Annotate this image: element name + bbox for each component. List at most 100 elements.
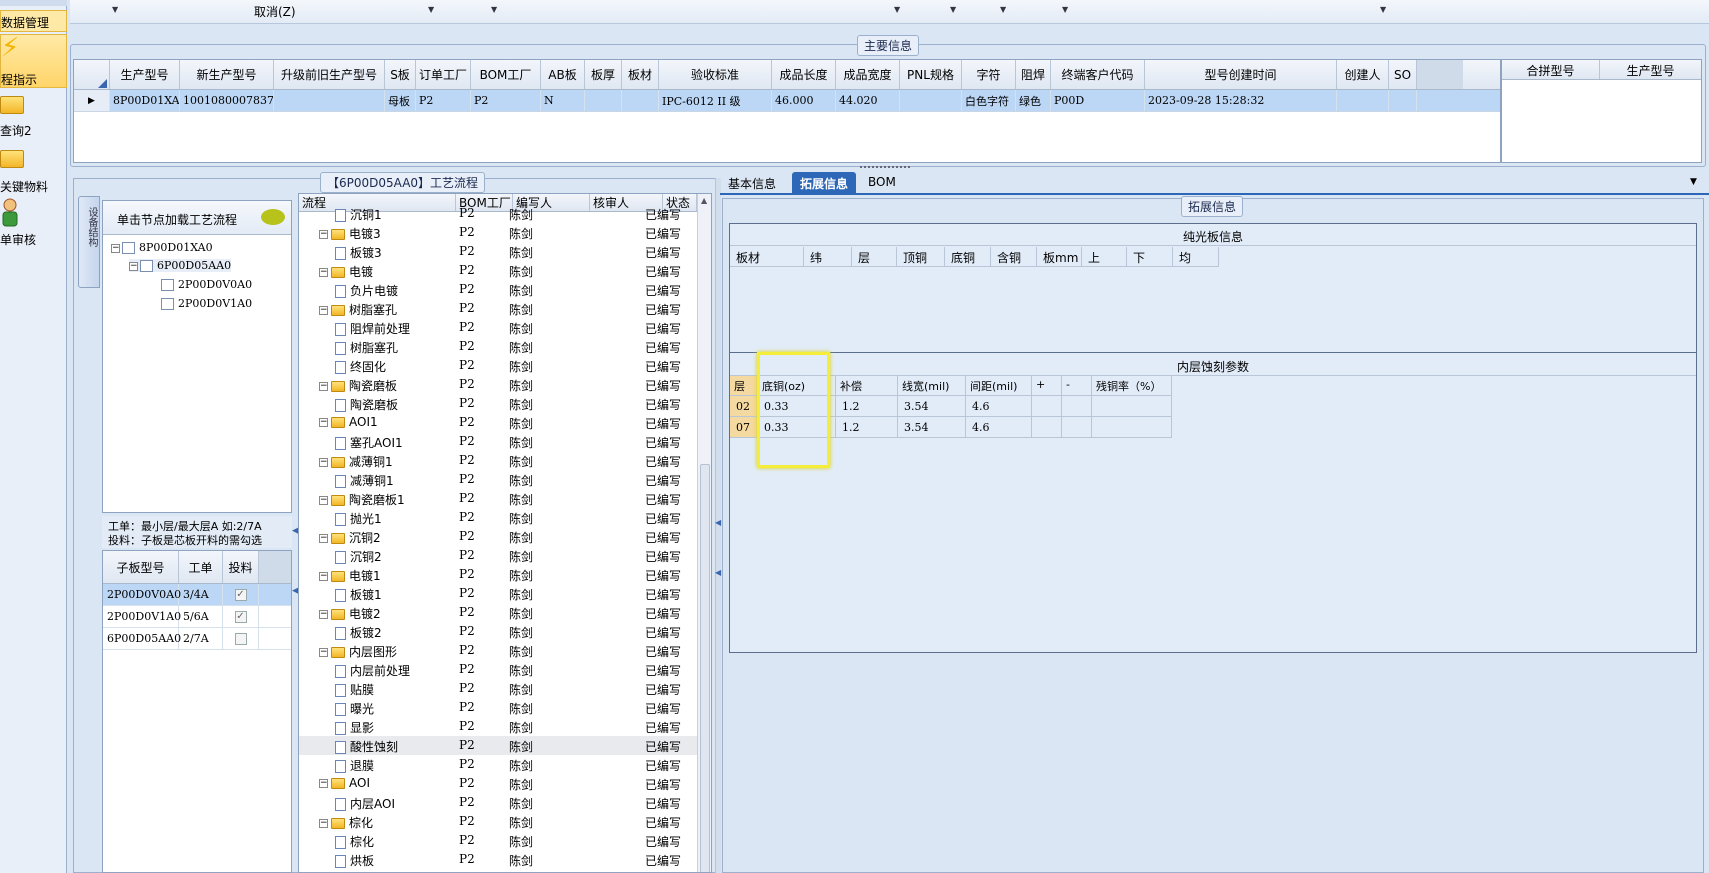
table-cell[interactable]: 3.54 (898, 417, 966, 438)
process-name-cell[interactable]: 内层前处理 (335, 662, 410, 679)
process-name-cell[interactable]: 沉铜1 (335, 206, 382, 223)
process-row[interactable]: − AOI1 P2 陈剑 已编写 (299, 413, 697, 432)
column-header[interactable]: BOM工厂 (471, 60, 541, 89)
table-cell[interactable]: N (541, 90, 585, 111)
table-cell[interactable] (1062, 417, 1092, 438)
table-row[interactable]: 6P00D05AA0 2/7A (103, 628, 291, 650)
column-header[interactable]: - (1062, 376, 1092, 396)
collapse-toggle-icon[interactable]: − (319, 572, 328, 581)
column-header[interactable]: 底铜 (945, 247, 991, 267)
table-cell[interactable]: 母板 (385, 90, 416, 111)
table-cell[interactable] (1062, 396, 1092, 417)
table-row[interactable]: 2P00D0V1A0 5/6A ✓ (103, 606, 291, 628)
column-header[interactable]: 升级前旧生产型号 (274, 60, 385, 89)
table-cell[interactable]: P2 (471, 90, 541, 111)
column-header[interactable]: 间距(mil) (966, 376, 1032, 396)
table-cell[interactable]: 6P00D05AA0 (103, 628, 181, 649)
collapse-toggle-icon[interactable]: − (319, 779, 328, 788)
process-name-cell[interactable]: 退膜 (335, 757, 374, 774)
table-cell[interactable]: 4.6 (966, 396, 1032, 417)
collapse-toggle-icon[interactable]: − (319, 382, 328, 391)
cancel-button[interactable]: 取消(Z) (254, 3, 296, 20)
collapse-arrow-icon[interactable]: ◀ (715, 568, 721, 577)
scrollbar-thumb[interactable] (700, 464, 710, 872)
process-row[interactable]: 塞孔AOI1 P2 陈剑 已编写 (299, 432, 697, 451)
process-row[interactable]: − AOI P2 陈剑 已编写 (299, 774, 697, 793)
table-cell[interactable]: 1.2 (836, 417, 898, 438)
process-row[interactable]: − 减薄铜1 P2 陈剑 已编写 (299, 451, 697, 470)
process-name-cell[interactable]: − 减薄铜1 (319, 453, 393, 470)
process-row[interactable]: − 内层图形 P2 陈剑 已编写 (299, 641, 697, 660)
column-header[interactable]: 层 (730, 376, 758, 396)
layer-cell[interactable]: 07 (730, 417, 758, 438)
process-row[interactable]: 沉铜1 P2 陈剑 已编写 (299, 204, 697, 223)
table-cell[interactable]: 3/4A (179, 584, 223, 605)
process-name-cell[interactable]: 内层AOI (335, 795, 395, 812)
table-cell[interactable]: 44.020 (836, 90, 900, 111)
process-row[interactable]: − 电镀1 P2 陈剑 已编写 (299, 565, 697, 584)
column-header[interactable]: 订单工厂 (416, 60, 471, 89)
nav-item-query2[interactable]: 查询2 (0, 92, 67, 140)
column-header[interactable]: 补偿 (836, 376, 898, 396)
process-name-cell[interactable]: 沉铜2 (335, 548, 382, 565)
nav-item-data-manage[interactable]: 数据管理 (0, 10, 67, 32)
table-cell[interactable]: 白色字符 (962, 90, 1016, 111)
table-cell[interactable]: 2P00D0V0A0 (103, 584, 181, 605)
process-row[interactable]: 曝光 P2 陈剑 已编写 (299, 698, 697, 717)
chevron-down-icon[interactable]: ▼ (1062, 5, 1068, 14)
collapse-toggle-icon[interactable]: − (319, 458, 328, 467)
process-row[interactable]: 显影 P2 陈剑 已编写 (299, 717, 697, 736)
process-row[interactable]: 抛光1 P2 陈剑 已编写 (299, 508, 697, 527)
scroll-up-icon[interactable]: ▲ (701, 196, 707, 205)
process-name-cell[interactable]: 终固化 (335, 358, 386, 375)
column-header[interactable]: 纬 (804, 247, 852, 267)
table-cell[interactable]: P00D (1051, 90, 1145, 111)
nav-item-key-material[interactable]: 关键物料 (0, 146, 67, 194)
process-name-cell[interactable]: − 树脂塞孔 (319, 301, 397, 318)
process-row[interactable]: − 陶瓷磨板 P2 陈剑 已编写 (299, 375, 697, 394)
column-header[interactable]: AB板 (541, 60, 585, 89)
process-name-cell[interactable]: 板镀3 (335, 244, 382, 261)
collapse-toggle-icon[interactable]: − (319, 306, 328, 315)
table-cell[interactable]: 4.6 (966, 417, 1032, 438)
table-cell[interactable] (1092, 417, 1172, 438)
process-row[interactable]: 板镀2 P2 陈剑 已编写 (299, 622, 697, 641)
chevron-down-icon[interactable]: ▼ (112, 5, 118, 14)
table-cell[interactable] (1092, 396, 1172, 417)
column-header[interactable]: 顶铜 (897, 247, 945, 267)
process-name-cell[interactable]: 抛光1 (335, 510, 382, 527)
checkbox-cell[interactable]: ✓ (223, 584, 259, 605)
process-row[interactable]: 退膜 P2 陈剑 已编写 (299, 755, 697, 774)
table-cell[interactable]: 2023-09-28 15:28:32 (1145, 90, 1337, 111)
table-cell[interactable] (1389, 90, 1417, 111)
column-header[interactable]: 创建人 (1337, 60, 1389, 89)
process-row[interactable]: 阻焊前处理 P2 陈剑 已编写 (299, 318, 697, 337)
table-cell[interactable]: 绿色 (1016, 90, 1051, 111)
process-name-cell[interactable]: − 沉铜2 (319, 529, 381, 546)
chevron-down-icon[interactable]: ▼ (1000, 5, 1006, 14)
column-header[interactable]: 投料 (223, 551, 259, 583)
nav-item-process[interactable]: ⚡ 程指示 (0, 33, 67, 88)
collapse-toggle-icon[interactable]: − (319, 496, 328, 505)
column-header[interactable]: + (1032, 376, 1062, 396)
nav-item-order-review[interactable]: 单审核 (0, 198, 67, 247)
tab-basic-info[interactable]: 基本信息 (720, 172, 784, 194)
process-row[interactable]: 内层AOI P2 陈剑 已编写 (299, 793, 697, 812)
layer-cell[interactable]: 02 (730, 396, 758, 417)
table-cell[interactable]: 46.000 (772, 90, 836, 111)
table-cell[interactable] (622, 90, 659, 111)
process-row[interactable]: − 棕化 P2 陈剑 已编写 (299, 812, 697, 831)
process-row[interactable]: − 电镀3 P2 陈剑 已编写 (299, 223, 697, 242)
column-header[interactable]: 成品宽度 (836, 60, 900, 89)
chevron-down-icon[interactable]: ▼ (491, 5, 497, 14)
table-cell[interactable] (585, 90, 622, 111)
table-cell[interactable]: 2P00D0V1A0 (103, 606, 181, 627)
checkbox-checked[interactable]: ✓ (234, 588, 247, 601)
process-name-cell[interactable]: − 电镀1 (319, 567, 381, 584)
process-name-cell[interactable]: 酸性蚀刻 (335, 738, 398, 755)
process-name-cell[interactable]: 负片电镀 (335, 282, 398, 299)
process-name-cell[interactable]: − 陶瓷磨板 (319, 377, 397, 394)
process-name-cell[interactable]: − 电镀 (319, 263, 373, 280)
column-header[interactable]: SO (1389, 60, 1417, 89)
process-row[interactable]: 板镀1 P2 陈剑 已编写 (299, 584, 697, 603)
